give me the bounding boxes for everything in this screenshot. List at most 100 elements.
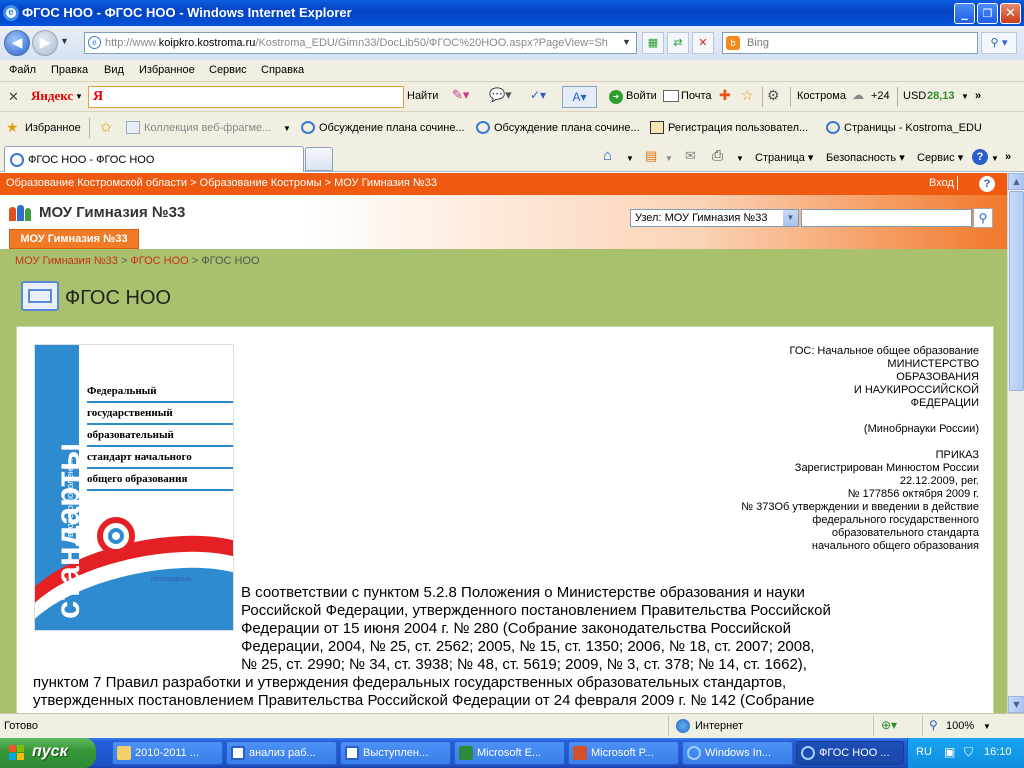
zoom-dropdown-icon[interactable]: ▼ — [983, 722, 991, 731]
menu-favorites[interactable]: Избранное — [139, 64, 195, 76]
yandex-toolbar: ✕ Яндекс ▼ Я Найти ✎▾ 💬▾ ✓▾ A▾ ➜ Войти П… — [0, 82, 1024, 112]
print-dropdown-icon[interactable]: ▼ — [736, 154, 744, 163]
compatibility-icon[interactable]: ▦ — [642, 32, 664, 54]
scroll-down-icon[interactable]: ▼ — [1008, 696, 1024, 713]
history-dropdown-icon[interactable]: ▼ — [60, 36, 69, 46]
security-zone[interactable]: Интернет — [695, 720, 743, 732]
feeds-dropdown-icon[interactable]: ▼ — [665, 154, 673, 163]
windows-logo-icon — [9, 745, 25, 761]
feeds-icon[interactable]: ▤ — [645, 148, 657, 164]
home-icon[interactable]: ⌂ — [603, 147, 612, 164]
search-field[interactable]: b Bing — [722, 32, 978, 54]
help-dropdown-icon[interactable]: ▼ — [991, 154, 999, 163]
task-word-2[interactable]: Выступлен... — [340, 741, 451, 765]
fav-item-4[interactable]: Регистрация пользовател... — [668, 122, 808, 134]
security-shield-icon[interactable]: ⛉ — [964, 745, 973, 760]
page-menu[interactable]: Страница ▾ — [755, 151, 813, 164]
breadcrumb-link-home[interactable]: МОУ Гимназия №33 — [15, 255, 118, 267]
window-title-bar[interactable]: e ФГОС НОО - ФГОС НОО - Windows Internet… — [0, 0, 1024, 26]
task-powerpoint[interactable]: Microsoft P... — [568, 741, 679, 765]
network-icon[interactable]: ▣ — [944, 745, 955, 759]
close-toolbar-icon[interactable]: ✕ — [8, 89, 19, 105]
portal-help-icon[interactable]: ? — [979, 176, 995, 192]
maximize-button[interactable]: ❐ — [977, 3, 998, 24]
protected-mode-icon[interactable]: ⊕▾ — [881, 718, 897, 732]
task-fgos[interactable]: ФГОС НОО ... — [796, 741, 904, 765]
word-doc-icon — [231, 746, 245, 760]
url-dropdown-icon[interactable]: ▼ — [622, 37, 631, 47]
vertical-scrollbar[interactable]: ▲ ▼ — [1007, 173, 1024, 713]
currency-dropdown-icon[interactable]: ▼ — [961, 92, 969, 101]
print-icon[interactable]: ⎙ — [712, 147, 723, 164]
weather-city[interactable]: Кострома — [797, 90, 846, 102]
node-select[interactable]: Узел: МОУ Гимназия №33 ▼ — [630, 209, 799, 227]
breadcrumb-link-fgos[interactable]: ФГОС НОО — [130, 255, 188, 267]
language-indicator[interactable]: RU — [916, 746, 932, 758]
site-title[interactable]: МОУ Гимназия №33 — [39, 204, 185, 221]
menu-view[interactable]: Вид — [104, 64, 124, 76]
menu-tools[interactable]: Сервис — [209, 64, 247, 76]
zoom-level[interactable]: 100% — [946, 720, 974, 732]
close-button[interactable]: ✕ — [1000, 3, 1021, 24]
add-favorite-icon[interactable]: ✩ — [100, 119, 112, 136]
home-dropdown-icon[interactable]: ▼ — [626, 154, 634, 163]
task-word-1[interactable]: анализ раб... — [226, 741, 337, 765]
task-folder[interactable]: 2010-2011 ... — [112, 741, 223, 765]
site-search-icon[interactable]: ⚲ — [973, 208, 993, 228]
highlight-icon[interactable]: ✎▾ — [452, 87, 469, 103]
safety-menu[interactable]: Безопасность ▾ — [826, 151, 905, 164]
money-icon[interactable]: ✚ — [719, 87, 731, 104]
fav-dropdown-icon[interactable]: ▼ — [283, 124, 291, 133]
yandex-mail[interactable]: Почта — [681, 90, 712, 102]
currency-label[interactable]: USD — [903, 90, 926, 102]
favorites-button[interactable]: Избранное — [25, 122, 81, 134]
translate-icon[interactable]: A▾ — [562, 86, 597, 108]
portal-breadcrumb[interactable]: Образование Костромской области > Образо… — [6, 177, 437, 189]
task-excel[interactable]: Microsoft E... — [454, 741, 565, 765]
weather-temp[interactable]: +24 — [871, 90, 890, 102]
fav-item-3[interactable]: Обсуждение плана сочине... — [494, 122, 640, 134]
stop-icon[interactable]: ✕ — [692, 32, 714, 54]
star-plus-icon[interactable]: ☆ — [741, 87, 754, 104]
new-tab-button[interactable] — [305, 147, 333, 171]
back-button[interactable]: ◀ — [4, 30, 30, 56]
nav-tab-home[interactable]: МОУ Гимназия №33 — [9, 229, 139, 249]
body-line-2: Российской Федерации, утвержденного пост… — [241, 602, 831, 619]
tab-active[interactable]: ФГОС НОО - ФГОС НОО — [4, 146, 304, 172]
fav-item-2[interactable]: Обсуждение плана сочине... — [319, 122, 465, 134]
fav-item-1[interactable]: Коллекция веб-фрагме... — [144, 122, 271, 134]
menu-help[interactable]: Справка — [261, 64, 304, 76]
favorites-star-icon: ★ — [6, 119, 19, 135]
more-commands-icon[interactable]: » — [1005, 151, 1011, 163]
fav-item-5[interactable]: Страницы - Kostroma_EDU — [844, 122, 982, 134]
read-mail-icon[interactable]: ✉ — [685, 148, 696, 164]
yandex-brand[interactable]: Яндекс — [31, 88, 73, 104]
task-ie[interactable]: Windows In... — [682, 741, 793, 765]
login-link[interactable]: Вход — [929, 177, 954, 189]
more-chevron-icon[interactable]: » — [975, 90, 981, 102]
search-button-icon[interactable]: ⚲ ▾ — [981, 32, 1017, 54]
yandex-menu-icon[interactable]: ▼ — [75, 92, 83, 101]
currency-value[interactable]: 28,13 — [927, 90, 955, 102]
yandex-find-button[interactable]: Найти — [407, 90, 438, 102]
ie-logo-icon: e — [3, 5, 19, 21]
scroll-thumb[interactable] — [1009, 191, 1024, 391]
spellcheck-icon[interactable]: ✓▾ — [530, 88, 546, 102]
tools-menu[interactable]: Сервис ▾ — [917, 151, 963, 164]
yandex-search-input[interactable]: Я — [88, 86, 404, 108]
minimize-button[interactable]: _ — [954, 3, 975, 24]
zoom-icon[interactable]: ⚲ — [929, 718, 938, 732]
help-icon[interactable]: ? — [972, 149, 988, 165]
site-search-input[interactable] — [801, 209, 972, 227]
menu-edit[interactable]: Правка — [51, 64, 88, 76]
comment-icon[interactable]: 💬▾ — [489, 87, 512, 103]
forward-button[interactable]: ▶ — [32, 30, 58, 56]
start-button[interactable]: пуск — [0, 738, 96, 768]
refresh-icon[interactable]: ⇄ — [667, 32, 689, 54]
scroll-up-icon[interactable]: ▲ — [1008, 173, 1024, 190]
address-bar[interactable]: e http://www.koipkro.kostroma.ru/Kostrom… — [84, 32, 637, 54]
menu-file[interactable]: Файл — [9, 64, 36, 76]
select-chevron-icon: ▼ — [783, 210, 798, 226]
settings-gear-icon[interactable]: ⚙ — [767, 87, 780, 104]
yandex-login[interactable]: Войти — [626, 90, 657, 102]
